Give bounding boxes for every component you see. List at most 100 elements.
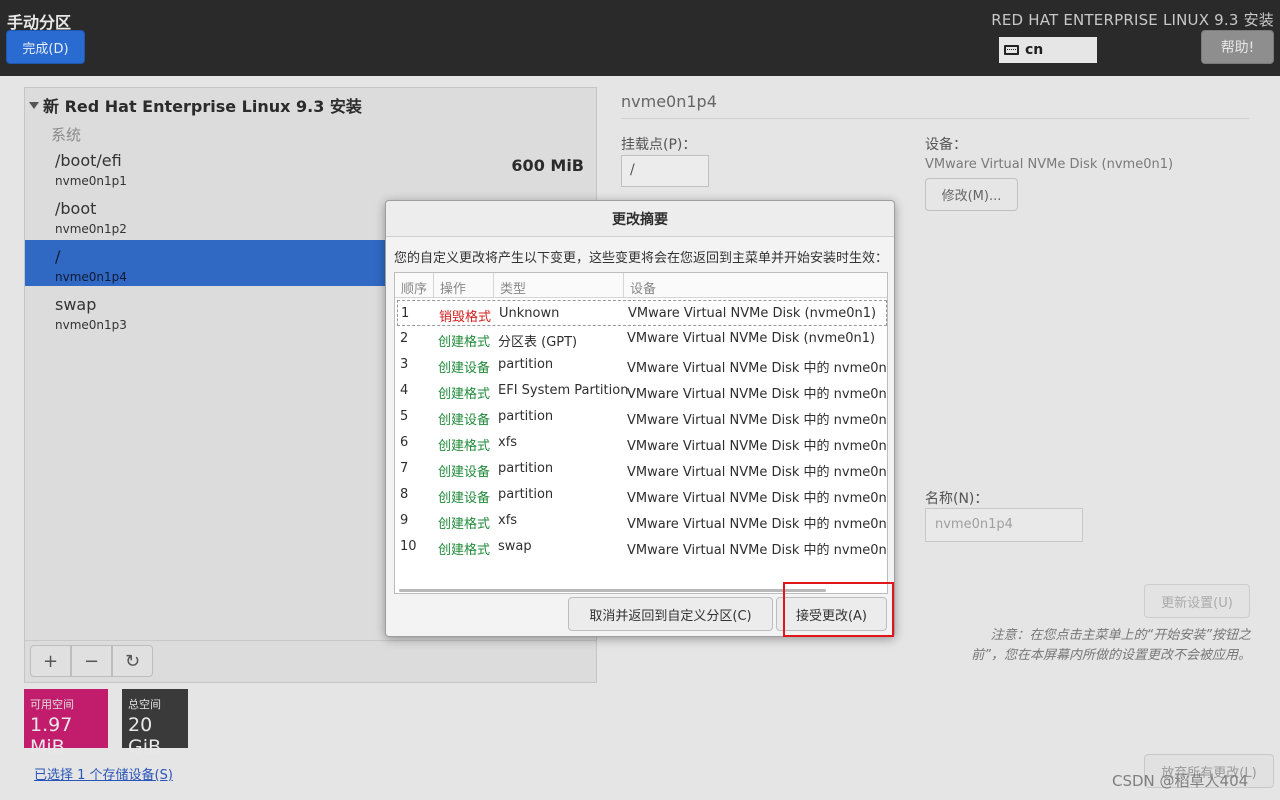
row-device: VMware Virtual NVMe Disk 中的 nvme0n1p2 xyxy=(627,413,888,428)
table-row[interactable]: 6 创建格式 xfs VMware Virtual NVMe Disk 中的 n… xyxy=(395,430,888,456)
row-type: EFI System Partition xyxy=(498,383,629,398)
horizontal-scrollbar[interactable] xyxy=(399,589,826,592)
total-space-box: 总空间 20 GiB xyxy=(122,689,188,758)
mount-device: nvme0n1p3 xyxy=(55,318,127,332)
row-action: 创建格式 xyxy=(438,517,491,532)
row-action: 创建设备 xyxy=(438,413,491,428)
remove-mount-button[interactable]: − xyxy=(71,645,112,677)
total-space-label: 总空间 xyxy=(128,698,161,711)
row-order: 5 xyxy=(400,409,409,424)
row-action: 创建格式 xyxy=(438,439,491,454)
row-type: swap xyxy=(498,539,532,554)
mount-item-boot-efi[interactable]: /boot/efi nvme0n1p1 600 MiB xyxy=(25,144,596,190)
mount-name: / xyxy=(55,247,61,266)
toolbar-divider xyxy=(25,640,596,641)
product-title: RED HAT ENTERPRISE LINUX 9.3 安装 xyxy=(991,11,1274,29)
row-action: 创建设备 xyxy=(438,361,491,376)
row-type: partition xyxy=(498,357,554,372)
reload-button[interactable]: ↻ xyxy=(112,645,153,677)
mount-size: 600 MiB xyxy=(511,156,584,175)
row-device: VMware Virtual NVMe Disk 中的 nvme0n1p1 xyxy=(627,361,888,376)
mount-name: /boot xyxy=(55,199,97,218)
selected-storage-link[interactable]: 已选择 1 个存储设备(S) xyxy=(34,764,173,783)
table-row[interactable]: 7 创建设备 partition VMware Virtual NVMe Dis… xyxy=(395,456,888,482)
table-row[interactable]: 5 创建设备 partition VMware Virtual NVMe Dis… xyxy=(395,404,888,430)
table-row[interactable]: 4 创建格式 EFI System Partition VMware Virtu… xyxy=(395,378,888,404)
device-label: 设备： xyxy=(925,137,967,153)
row-device: VMware Virtual NVMe Disk 中的 nvme0n1p1 xyxy=(627,387,888,402)
row-action: 创建格式 xyxy=(438,543,491,558)
accept-changes-button[interactable]: 接受更改(A) xyxy=(776,597,887,631)
table-row[interactable]: 10 创建格式 swap VMware Virtual NVMe Disk 中的… xyxy=(395,534,887,560)
column-header-action[interactable]: 操作 xyxy=(434,273,494,298)
note-text: 注意：在您点击主菜单上的“开始安装”按钮之前”，您在本屏幕内所做的设置更改不会被… xyxy=(971,628,1251,663)
device-value: VMware Virtual NVMe Disk (nvme0n1) xyxy=(925,157,1174,172)
keyboard-layout-indicator[interactable]: cn xyxy=(999,37,1097,63)
table-row[interactable]: 9 创建格式 xfs VMware Virtual NVMe Disk 中的 n… xyxy=(395,508,888,534)
help-button[interactable]: 帮助! xyxy=(1201,30,1274,64)
row-order: 9 xyxy=(400,513,409,528)
mount-device: nvme0n1p1 xyxy=(55,174,127,188)
mount-point-input[interactable]: / xyxy=(621,155,709,187)
row-action: 创建格式 xyxy=(438,387,491,402)
summary-of-changes-dialog: 更改摘要 您的自定义更改将产生以下变更，这些变更将会在您返回到主菜单并开始安装时… xyxy=(385,200,895,637)
install-group-header[interactable]: 新 Red Hat Enterprise Linux 9.3 安装 xyxy=(29,93,362,117)
table-row[interactable]: 3 创建设备 partition VMware Virtual NVMe Dis… xyxy=(395,352,888,378)
row-order: 8 xyxy=(400,487,409,502)
watermark: CSDN @稻草人404 xyxy=(1112,772,1249,790)
row-order: 1 xyxy=(401,306,410,321)
row-type: xfs xyxy=(498,513,518,528)
top-bar: 手动分区 完成(D) RED HAT ENTERPRISE LINUX 9.3 … xyxy=(0,0,1280,76)
row-device: VMware Virtual NVMe Disk 中的 nvme0n1p4 xyxy=(627,517,888,532)
cancel-return-button[interactable]: 取消并返回到自定义分区(C) xyxy=(568,597,773,631)
mount-point-label: 挂载点(P)： xyxy=(621,137,697,153)
install-title: 新 Red Hat Enterprise Linux 9.3 安装 xyxy=(43,97,362,116)
partition-title-divider xyxy=(621,118,1249,119)
table-row[interactable]: 8 创建设备 partition VMware Virtual NVMe Dis… xyxy=(395,482,888,508)
mount-name: swap xyxy=(55,295,97,314)
row-device: VMware Virtual NVMe Disk 中的 nvme0n1p3 xyxy=(627,465,888,480)
reload-icon: ↻ xyxy=(124,650,141,672)
column-header-type[interactable]: 类型 xyxy=(494,273,624,298)
row-device: VMware Virtual NVMe Disk 中的 nvme0n1p2 xyxy=(627,439,888,454)
row-type: 分区表 (GPT) xyxy=(498,335,578,350)
row-device: VMware Virtual NVMe Disk (nvme0n1) xyxy=(627,331,876,346)
row-type: Unknown xyxy=(499,306,560,321)
row-order: 4 xyxy=(400,383,409,398)
minus-icon: − xyxy=(83,650,100,672)
system-section-label: 系统 xyxy=(51,126,82,144)
available-space-label: 可用空间 xyxy=(30,698,74,711)
row-action: 销毁格式 xyxy=(439,310,492,325)
row-order: 3 xyxy=(400,357,409,372)
table-row[interactable]: 2 创建格式 分区表 (GPT) VMware Virtual NVMe Dis… xyxy=(395,326,887,352)
row-device: VMware Virtual NVMe Disk 中的 nvme0n1p4 xyxy=(627,491,888,506)
available-space-box: 可用空间 1.97 MiB xyxy=(24,689,108,758)
row-action: 创建格式 xyxy=(438,335,491,350)
modify-device-button[interactable]: 修改(M)... xyxy=(925,178,1018,211)
row-type: partition xyxy=(498,487,554,502)
row-type: partition xyxy=(498,409,554,424)
row-action: 创建设备 xyxy=(438,465,491,480)
expand-triangle-icon xyxy=(29,101,39,109)
mount-name: /boot/efi xyxy=(55,151,122,170)
name-input[interactable]: nvme0n1p4 xyxy=(925,508,1083,542)
column-header-order[interactable]: 顺序 xyxy=(395,273,434,298)
done-button[interactable]: 完成(D) xyxy=(6,30,85,64)
row-order: 10 xyxy=(400,539,417,554)
keyboard-icon xyxy=(1004,45,1019,55)
row-order: 7 xyxy=(400,461,409,476)
name-label: 名称(N)： xyxy=(925,491,989,507)
total-space-value: 20 GiB xyxy=(128,714,162,758)
keyboard-layout-label: cn xyxy=(1025,42,1044,58)
column-header-device[interactable]: 设备 xyxy=(624,273,887,298)
dialog-title: 更改摘要 xyxy=(386,201,894,237)
row-order: 6 xyxy=(400,435,409,450)
row-type: partition xyxy=(498,461,554,476)
changes-table: 顺序 操作 类型 设备 1 销毁格式 Unknown VMware Virtua… xyxy=(394,272,888,594)
add-mount-button[interactable]: + xyxy=(30,645,71,677)
mount-device: nvme0n1p4 xyxy=(55,270,127,284)
update-settings-button[interactable]: 更新设置(U) xyxy=(1144,584,1250,618)
table-row[interactable]: 1 销毁格式 Unknown VMware Virtual NVMe Disk … xyxy=(397,300,887,326)
row-device: VMware Virtual NVMe Disk (nvme0n1) xyxy=(628,306,877,321)
plus-icon: + xyxy=(42,650,59,672)
